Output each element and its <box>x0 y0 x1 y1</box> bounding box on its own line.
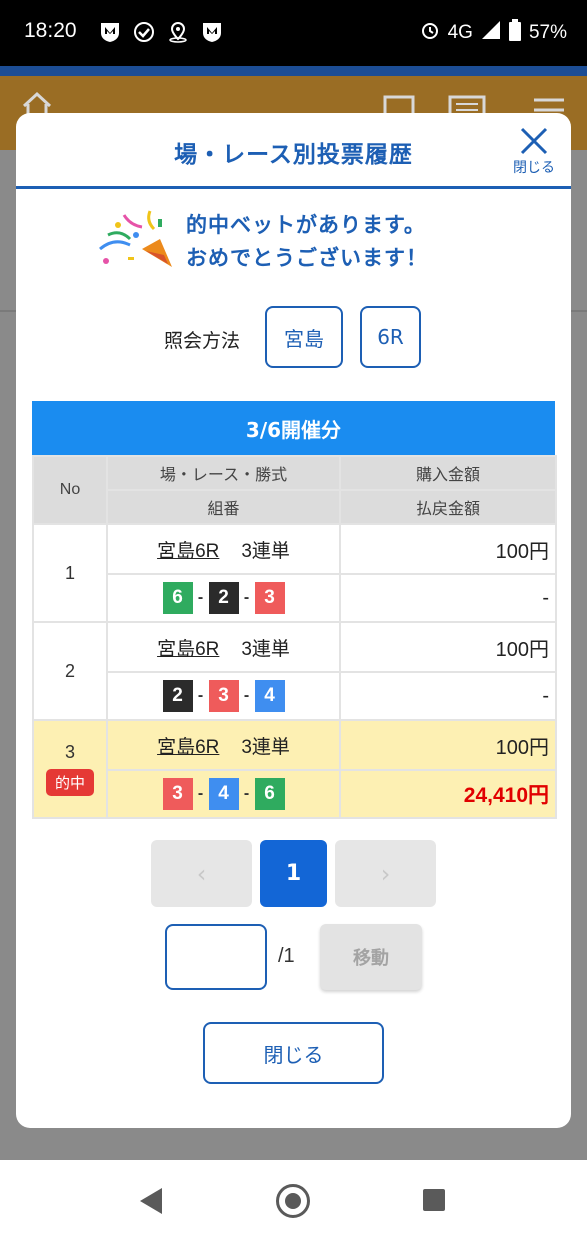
combo-separator: - <box>243 589 250 606</box>
bet-type: 3連単 <box>241 638 290 660</box>
back-icon[interactable] <box>140 1188 162 1214</box>
payout-amount: - <box>339 573 557 623</box>
status-notification-icons <box>98 20 224 44</box>
table-row: 2-3-4 - <box>33 671 557 721</box>
race-link[interactable]: 宮島6R <box>157 737 219 758</box>
boat-number: 6 <box>162 582 193 614</box>
status-time: 18:20 <box>24 19 77 42</box>
combo-cell: 6-2-3 <box>106 573 341 623</box>
prev-page-button[interactable]: ‹ <box>151 840 252 907</box>
header-no: No <box>32 455 108 525</box>
close-label[interactable]: 閉じる <box>504 157 564 177</box>
header-race: 場・レース・勝式 <box>106 455 341 491</box>
combo-separator: - <box>197 785 204 802</box>
header-combo: 組番 <box>106 489 341 525</box>
table-header-row: 組番 払戻金額 <box>33 489 557 525</box>
venue-query-button[interactable]: 宮島 <box>265 306 343 368</box>
background-top-strip <box>0 66 587 76</box>
modal-title: 場・レース別投票履歴 <box>174 142 413 168</box>
shield-notification-icon <box>200 20 224 44</box>
table-row-hit: 3-4-6 24,410円 <box>33 769 557 819</box>
boat-number: 3 <box>254 582 285 614</box>
page-1-button[interactable]: 1 <box>260 840 327 907</box>
page-total: /1 <box>278 945 295 967</box>
row-no: 3 <box>64 742 75 762</box>
status-bar: 18:20 4G 57% <box>0 0 587 66</box>
location-pin-icon <box>166 20 190 44</box>
table-header-row: No 場・レース・勝式 購入金額 <box>32 455 557 525</box>
hit-badge: 的中 <box>45 769 94 796</box>
boat-number: 3 <box>162 778 193 810</box>
congrats-message: 的中ベットがあります。 おめでとうございます！ <box>186 209 428 275</box>
boat-number: 2 <box>162 680 193 712</box>
combo-separator: - <box>197 687 204 704</box>
status-system-icons: 4G 57% <box>420 19 567 47</box>
navigation-bar <box>0 1160 587 1240</box>
header-purchase: 購入金額 <box>339 455 557 491</box>
payout-amount: 24,410円 <box>339 769 557 819</box>
purchase-amount: 100円 <box>339 621 557 673</box>
next-page-button[interactable]: › <box>335 840 436 907</box>
combo-cell: 3-4-6 <box>106 769 341 819</box>
battery-percent: 57% <box>528 22 567 43</box>
battery-icon <box>508 19 521 47</box>
boat-number: 6 <box>254 778 285 810</box>
congrats-line-1: 的中ベットがあります。 <box>186 213 426 237</box>
payout-hit-amount: 24,410円 <box>463 784 549 807</box>
row-no: 1 <box>32 523 108 623</box>
race-cell: 宮島6R 3連単 <box>106 523 341 575</box>
congrats-line-2: おめでとうございます！ <box>186 246 428 270</box>
modal-title-divider <box>16 186 571 189</box>
shield-notification-icon <box>98 20 122 44</box>
boat-number: 3 <box>208 680 239 712</box>
bet-type: 3連単 <box>241 736 290 758</box>
row-no: 2 <box>32 621 108 721</box>
bet-type: 3連単 <box>241 540 290 562</box>
table-row: 2 宮島6R 3連単 100円 <box>32 621 557 721</box>
chevron-left-icon: ‹ <box>196 859 207 888</box>
network-type: 4G <box>447 22 473 43</box>
query-method-label: 照会方法 <box>164 330 241 352</box>
table-row: 6-2-3 - <box>33 573 557 623</box>
chevron-right-icon: › <box>380 859 391 888</box>
move-button[interactable]: 移動 <box>320 924 422 990</box>
row-no-cell: 3 的中 <box>32 719 108 819</box>
alarm-icon <box>420 20 440 46</box>
purchase-amount: 100円 <box>339 719 557 771</box>
boat-number: 4 <box>254 680 285 712</box>
combo-cell: 2-3-4 <box>106 671 341 721</box>
race-query-button[interactable]: 6R <box>360 306 421 368</box>
combo-separator: - <box>243 785 250 802</box>
payout-amount: - <box>339 671 557 721</box>
page-number-input[interactable] <box>165 924 267 990</box>
party-popper-icon <box>98 209 180 271</box>
bet-history-modal: 場・レース別投票履歴 閉じる 的中ベットがあります。 おめでとうございます！ 照… <box>16 113 571 1128</box>
signal-icon <box>481 20 501 46</box>
bet-history-table: No 場・レース・勝式 購入金額 組番 払戻金額 1 宮島6R 3連単 100円 … <box>32 455 557 819</box>
race-link[interactable]: 宮島6R <box>157 639 219 660</box>
purchase-amount: 100円 <box>339 523 557 575</box>
check-circle-icon <box>132 20 156 44</box>
boat-number: 4 <box>208 778 239 810</box>
race-link[interactable]: 宮島6R <box>157 541 219 562</box>
table-row: 1 宮島6R 3連単 100円 <box>32 523 557 623</box>
combo-separator: - <box>243 687 250 704</box>
home-circle-icon[interactable] <box>276 1184 310 1218</box>
combo-separator: - <box>197 589 204 606</box>
close-button[interactable]: 閉じる <box>203 1022 384 1084</box>
header-payout: 払戻金額 <box>339 489 557 525</box>
boat-number: 2 <box>208 582 239 614</box>
race-cell: 宮島6R 3連単 <box>106 621 341 673</box>
date-band: 3/6開催分 <box>32 401 555 455</box>
race-cell: 宮島6R 3連単 <box>106 719 341 771</box>
recent-apps-icon[interactable] <box>423 1189 445 1211</box>
table-row-hit: 3 的中 宮島6R 3連単 100円 <box>32 719 557 819</box>
